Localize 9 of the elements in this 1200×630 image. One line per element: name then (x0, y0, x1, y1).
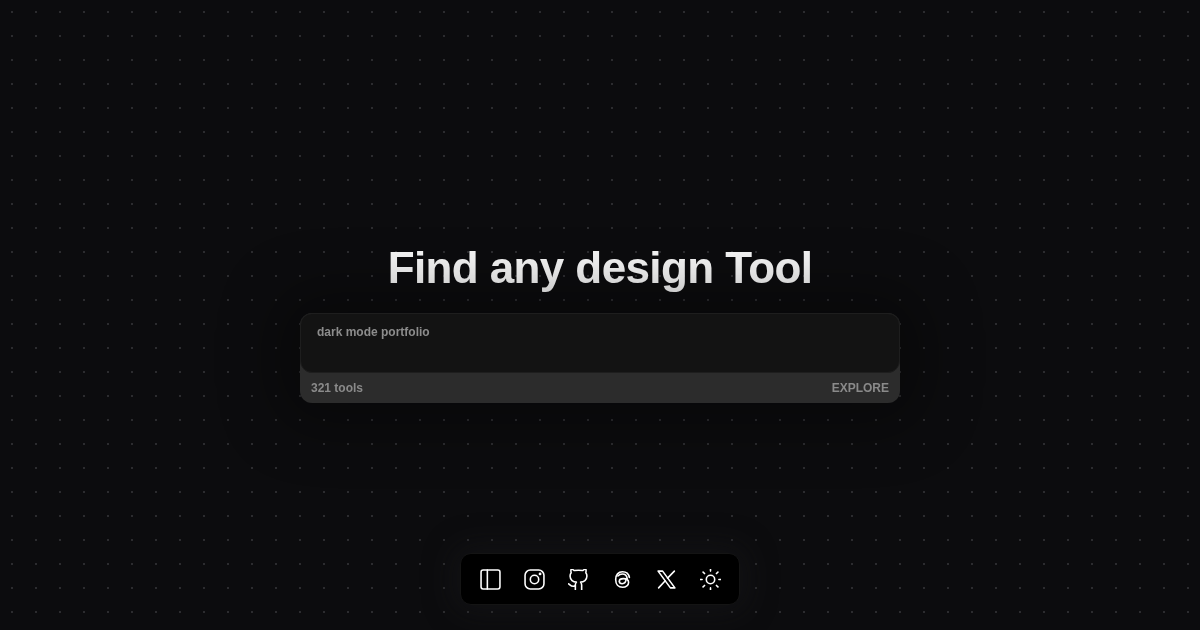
sidebar-icon (479, 568, 501, 590)
x-mark-icon (655, 568, 677, 590)
sun-icon (699, 568, 721, 590)
cat-icon (567, 568, 589, 590)
page-heading: Find any design Tool (387, 243, 813, 293)
tool-count: 321 tools (311, 381, 364, 395)
camera-icon (523, 568, 545, 590)
explore-button[interactable]: EXPLORE (831, 381, 889, 395)
search-field[interactable]: dark mode portfolio (300, 313, 900, 373)
